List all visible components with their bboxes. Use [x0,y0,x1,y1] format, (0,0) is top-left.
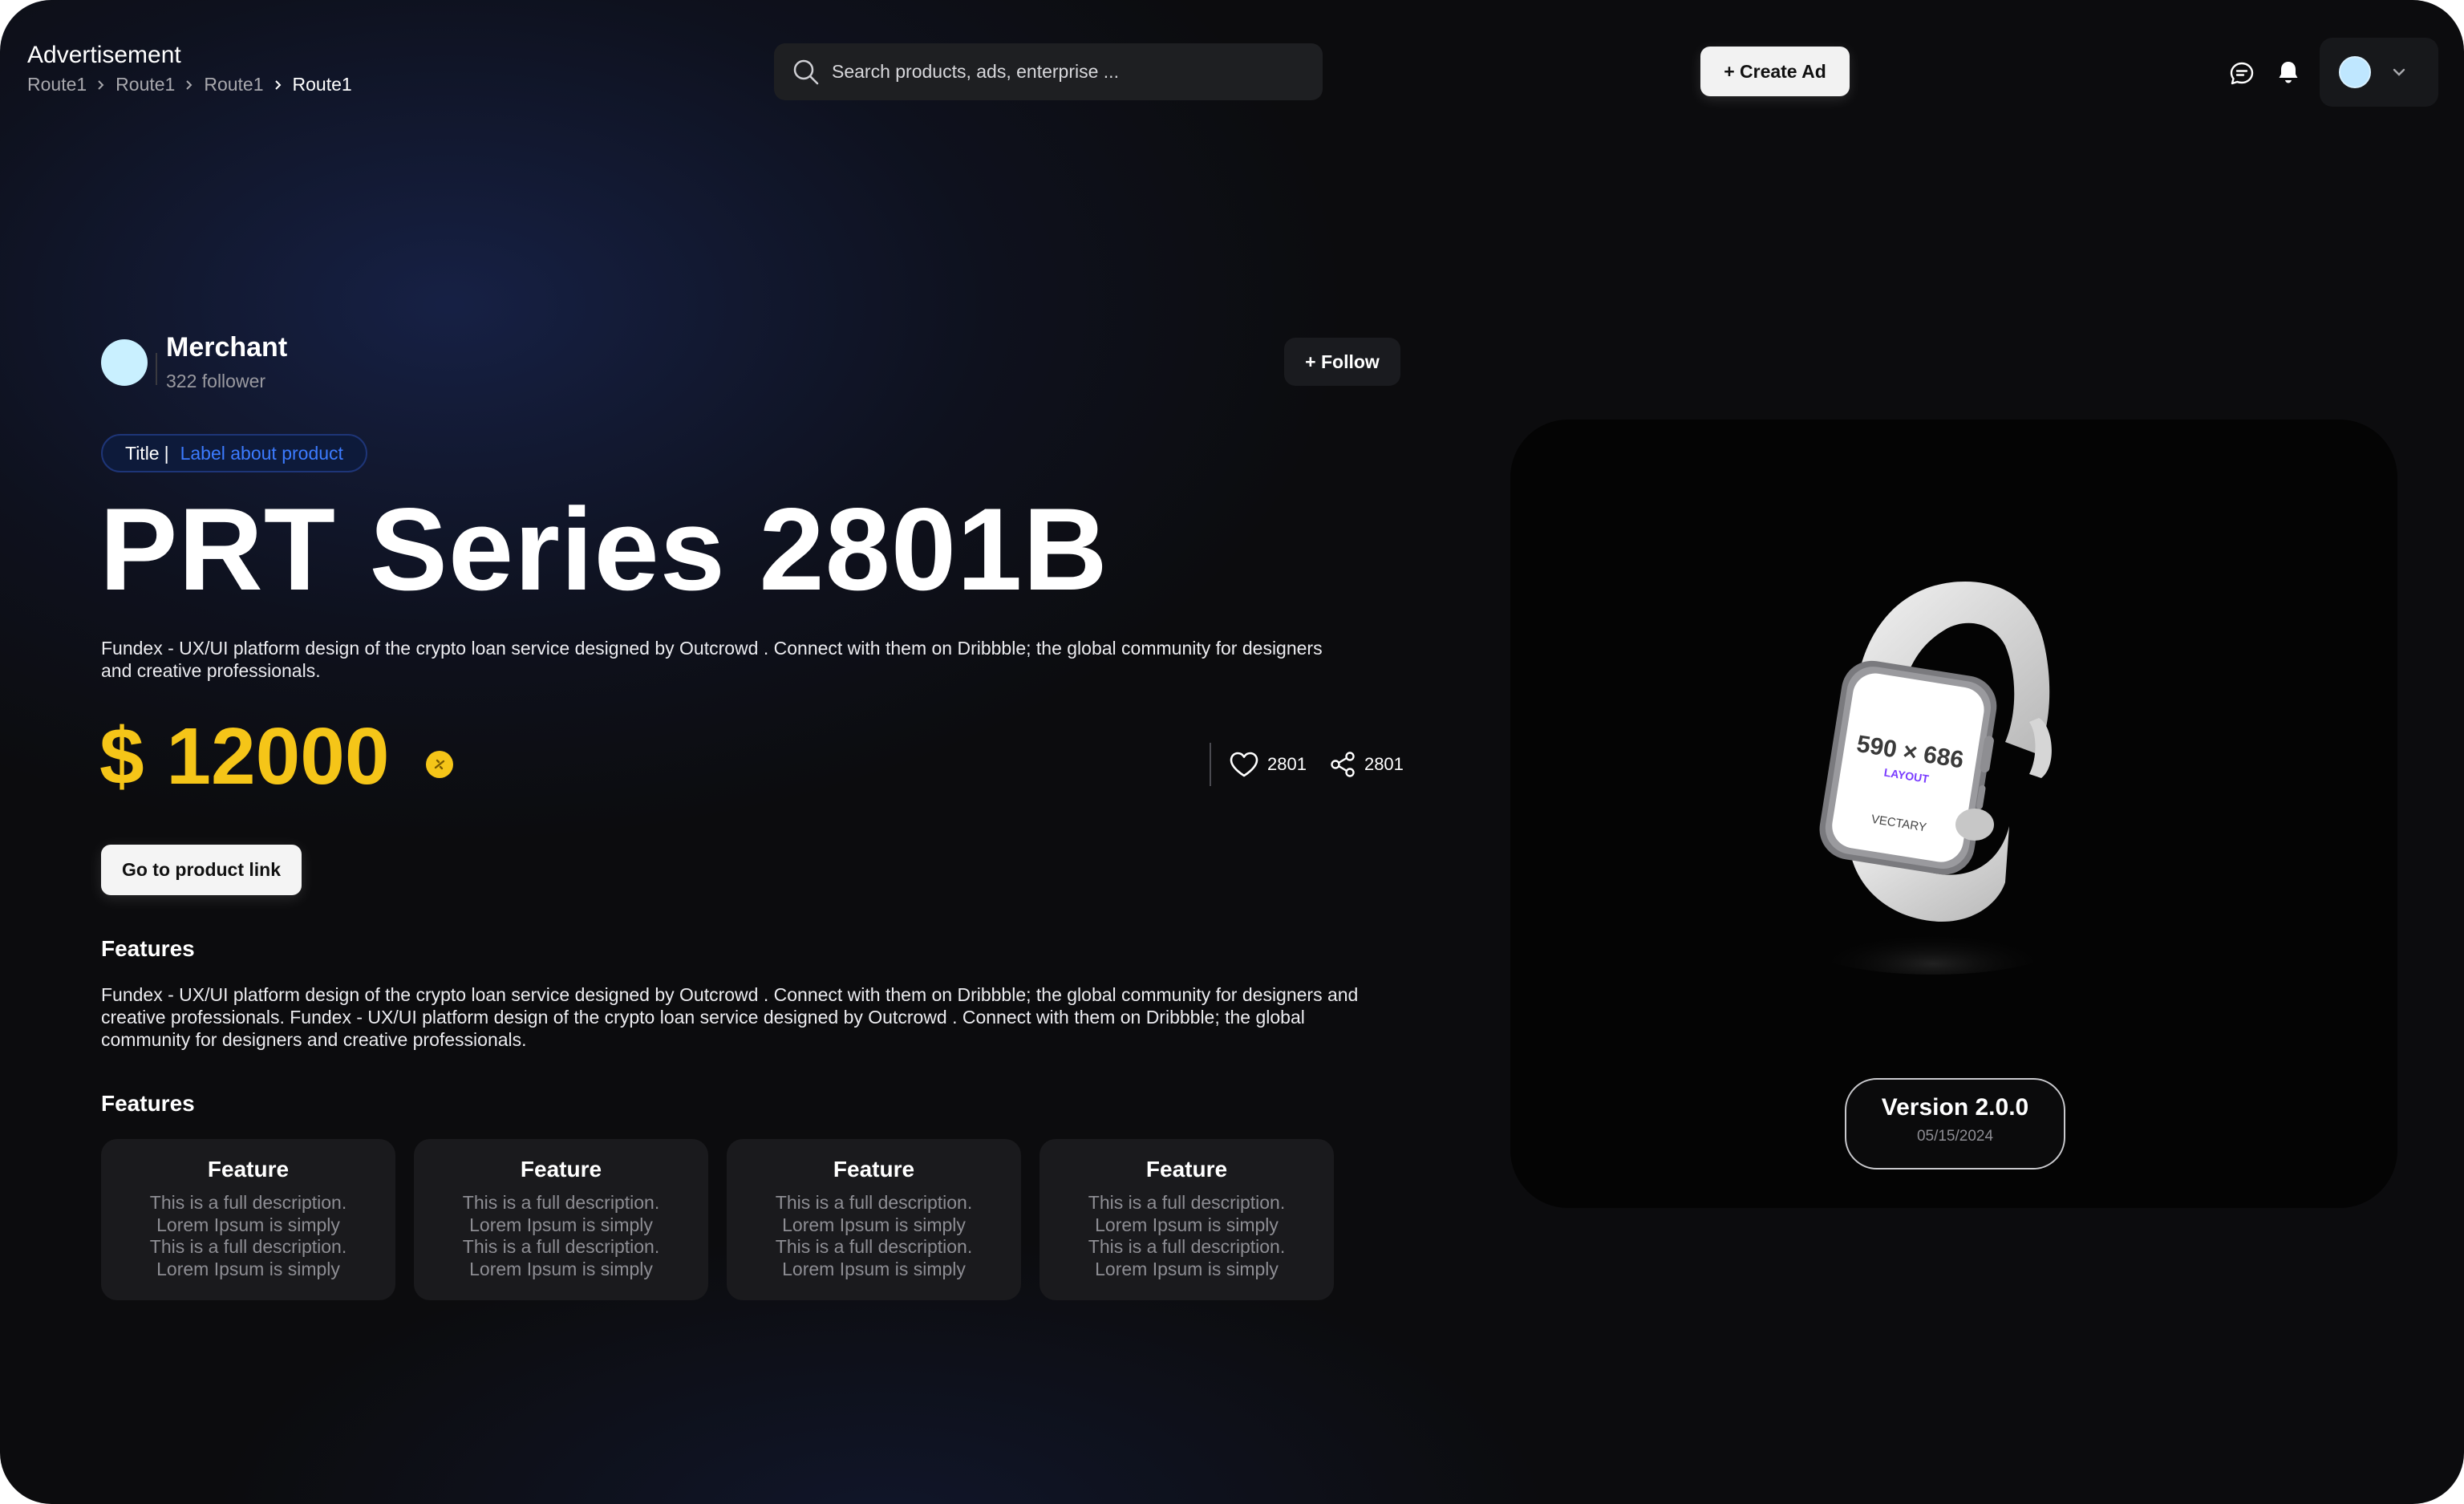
version-label: Version 2.0.0 [1881,1094,2029,1121]
create-ad-button[interactable]: + Create Ad [1700,47,1850,96]
merchant-name[interactable]: Merchant [166,332,287,363]
features-heading: Features [101,936,195,961]
feature-card-line: This is a full description. [149,1236,347,1257]
feature-card[interactable]: Feature This is a full description. Lore… [101,1139,395,1300]
chevron-right-icon [175,79,204,91]
features-text: Fundex - UX/UI platform design of the cr… [101,984,1359,1050]
feature-card-line: Lorem Ipsum is simply [469,1258,653,1279]
feature-card-title: Feature [833,1157,915,1182]
breadcrumb-item-current[interactable]: Route1 [293,74,352,95]
feature-card-line: This is a full description. [462,1192,660,1213]
share-button[interactable]: 2801 [1329,751,1404,778]
merchant-followers: 322 follower [166,371,266,391]
feature-card-line: Lorem Ipsum is simply [1095,1258,1279,1279]
feature-card-line: This is a full description. [1088,1236,1286,1257]
version-badge: Version 2.0.0 05/15/2024 [1845,1078,2065,1170]
breadcrumb-item[interactable]: Route1 [116,74,175,95]
feature-card-line: Lorem Ipsum is simply [782,1258,966,1279]
breadcrumb-item[interactable]: Route1 [27,74,87,95]
feature-card-line: This is a full description. [1088,1192,1286,1213]
heart-icon [1229,751,1267,778]
feature-card-line: This is a full description. [775,1236,973,1257]
app-title: Advertisement [27,42,181,68]
feature-card-line: Lorem Ipsum is simply [469,1214,653,1235]
share-icon [1329,751,1364,778]
feature-card-line: Lorem Ipsum is simply [156,1214,340,1235]
feature-card-line: This is a full description. [462,1236,660,1257]
product-price: $ 12000 [99,711,390,801]
feature-card-line: Lorem Ipsum is simply [782,1214,966,1235]
version-date: 05/15/2024 [1916,1128,1994,1145]
feature-card-title: Feature [207,1157,290,1182]
avatar [2339,56,2371,88]
search-icon [792,58,821,87]
chevron-right-icon [264,79,293,91]
like-button[interactable]: 2801 [1229,751,1307,778]
chevron-down-icon [2392,67,2406,77]
merchant-divider [156,353,157,385]
feature-cards: Feature This is a full description. Lore… [101,1139,1352,1300]
account-menu[interactable] [2320,38,2438,107]
feature-card[interactable]: Feature This is a full description. Lore… [1040,1139,1334,1300]
product-description: Fundex - UX/UI platform design of the cr… [101,638,1323,681]
feature-card-title: Feature [1145,1157,1228,1182]
breadcrumb-item[interactable]: Route1 [204,74,263,95]
shares-count: 2801 [1364,754,1404,774]
product-stats: 2801 2801 [1210,742,1426,787]
feature-card-line: Lorem Ipsum is simply [156,1258,340,1279]
product-tag: Title | Label about product [101,434,367,472]
chat-icon[interactable] [2226,58,2258,90]
bell-icon[interactable] [2272,56,2304,88]
stats-divider [1210,743,1211,786]
feature-card-line: This is a full description. [149,1192,347,1213]
follow-button[interactable]: + Follow [1284,338,1400,386]
search-input[interactable]: Search products, ads, enterprise ... [774,43,1323,100]
tag-label: Label about product [180,442,343,464]
merchant-avatar[interactable] [101,339,148,386]
feature-card[interactable]: Feature This is a full description. Lore… [727,1139,1021,1300]
search-placeholder: Search products, ads, enterprise ... [832,61,1119,82]
chevron-right-icon [87,79,116,91]
feature-card-title: Feature [520,1157,602,1182]
smartwatch-image: 590 × 686 LAYOUT VECTARY [1797,582,2069,975]
product-title: PRT Series 2801B [99,484,1108,614]
app-frame: Advertisement Route1 Route1 Route1 Route… [0,0,2464,1504]
product-link-button[interactable]: Go to product link [101,845,302,895]
feature-card-line: Lorem Ipsum is simply [1095,1214,1279,1235]
likes-count: 2801 [1267,754,1307,774]
feature-cards-heading: Features [101,1091,195,1116]
tag-title: Title [125,442,160,464]
breadcrumb: Route1 Route1 Route1 Route1 [27,74,352,95]
tag-separator: | [164,442,169,464]
feature-card-line: This is a full description. [775,1192,973,1213]
feature-card[interactable]: Feature This is a full description. Lore… [414,1139,708,1300]
coin-icon [426,751,453,778]
